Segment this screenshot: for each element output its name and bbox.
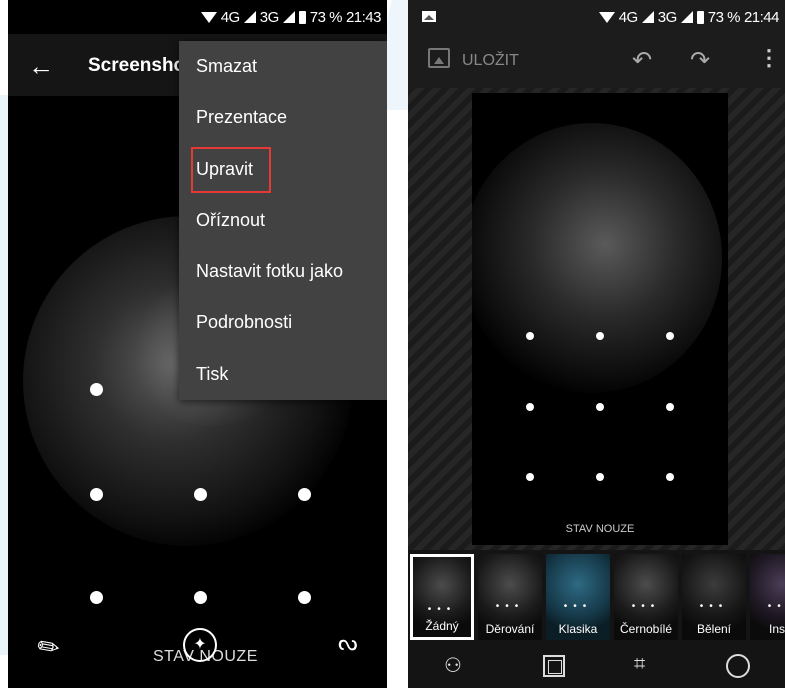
crop-icon[interactable]: ⌗ (634, 653, 645, 676)
frames-icon[interactable] (543, 655, 565, 677)
redo-icon[interactable]: ↷ (690, 46, 710, 75)
network-label-2: 3G (259, 8, 280, 26)
filter-label: Klasika (558, 622, 598, 636)
save-image-icon[interactable] (428, 48, 450, 68)
pattern-dot (526, 403, 534, 411)
filter-label: Děrování (485, 622, 535, 636)
photo-background (472, 123, 722, 393)
magic-wand-icon: ✦ (183, 628, 217, 662)
pattern-dot (596, 403, 604, 411)
signal-icon (641, 11, 654, 23)
page-title: Screensho (88, 55, 186, 76)
pattern-dot (666, 332, 674, 340)
pattern-dot (526, 473, 534, 481)
wifi-icon (598, 11, 615, 23)
network-label: 4G (220, 8, 241, 26)
exposure-icon[interactable] (726, 654, 750, 678)
battery-percent: 73 % (707, 8, 741, 26)
filter-thumbnail-punch[interactable]: ••• Děrování (478, 554, 542, 640)
pattern-dot (90, 591, 103, 604)
filter-strip: ••• Žádný ••• Děrování ••• Klasika ••• Č… (408, 550, 785, 644)
image-notification-icon (422, 11, 436, 22)
right-screenshot: 4G 3G 73 % 21:44 ULOŽIT ↶ ↷ ⋮ STAV NOUZE… (408, 0, 785, 688)
filter-label: Insta (768, 622, 785, 636)
overflow-menu: Smazat Prezentace Upravit Oříznout Nasta… (179, 41, 387, 400)
menu-item-slideshow[interactable]: Prezentace (179, 92, 387, 143)
back-arrow-icon[interactable]: ← (28, 51, 54, 82)
menu-item-print[interactable]: Tisk (179, 349, 387, 400)
thumb-dots: ••• (495, 601, 525, 612)
thumb-dots: ••• (699, 601, 729, 612)
thumb-dots: ••• (631, 601, 661, 612)
battery-icon (298, 10, 306, 24)
pattern-dot (298, 591, 311, 604)
filter-thumbnail-classic[interactable]: ••• Klasika (546, 554, 610, 640)
menu-item-set-as[interactable]: Nastavit fotku jako (179, 246, 387, 297)
pattern-dot (666, 473, 674, 481)
pattern-dot (666, 403, 674, 411)
menu-item-crop[interactable]: Oříznout (179, 195, 387, 246)
menu-item-edit[interactable]: Upravit (179, 144, 387, 195)
battery-icon (696, 10, 704, 24)
more-options-icon[interactable]: ⋮ (758, 45, 780, 71)
swirl-icon: ᔓ (338, 630, 358, 655)
pattern-dot (194, 591, 207, 604)
thumb-dots: ••• (427, 604, 457, 615)
network-label: 4G (618, 8, 639, 26)
signal-icon (243, 11, 256, 23)
status-bar: 4G 3G 73 % 21:44 (408, 0, 785, 34)
battery-percent: 73 % (309, 8, 343, 26)
pattern-dot (526, 332, 534, 340)
left-screenshot: 4G 3G 73 % 21:43 ← Screensho ✎ STAV NOUZ… (8, 0, 387, 688)
filter-label: Bělení (696, 622, 732, 636)
signal-icon (282, 11, 295, 23)
thumb-dots: ••• (767, 601, 785, 612)
pattern-dot (596, 332, 604, 340)
menu-item-delete[interactable]: Smazat (179, 41, 387, 92)
signal-icon (680, 11, 693, 23)
pattern-dot (194, 488, 207, 501)
menu-item-details[interactable]: Podrobnosti (179, 297, 387, 348)
pencil-icon: ✎ (31, 628, 67, 666)
filter-thumbnail-insta[interactable]: ••• Insta (750, 554, 785, 640)
undo-icon[interactable]: ↶ (632, 46, 652, 75)
status-bar: 4G 3G 73 % 21:43 (8, 0, 387, 34)
filter-label: Žádný (425, 619, 459, 633)
network-label-2: 3G (657, 8, 678, 26)
editor-tool-bar: ⚇ ⌗ (408, 644, 785, 688)
clock: 21:44 (743, 8, 780, 26)
pattern-dot (90, 383, 103, 396)
filter-label: Černobílé (619, 622, 673, 636)
editor-toolbar: ULOŽIT ↶ ↷ ⋮ (408, 34, 785, 88)
pattern-dot (90, 488, 103, 501)
image-preview[interactable]: STAV NOUZE (472, 93, 728, 545)
pattern-dot (298, 488, 311, 501)
wifi-icon (200, 11, 217, 23)
thumb-dots: ••• (563, 601, 593, 612)
filter-thumbnail-bw[interactable]: ••• Černobílé (614, 554, 678, 640)
save-button[interactable]: ULOŽIT (462, 52, 519, 70)
filters-icon[interactable]: ⚇ (444, 653, 462, 678)
pattern-dot (596, 473, 604, 481)
filter-thumbnail-bleach[interactable]: ••• Bělení (682, 554, 746, 640)
lockscreen-bottom-bar: ✎ STAV NOUZE ✦ ᔓ (8, 628, 387, 688)
clock: 21:43 (345, 8, 382, 26)
emergency-label: STAV NOUZE (565, 523, 635, 535)
filter-thumbnail-none[interactable]: ••• Žádný (410, 554, 474, 640)
